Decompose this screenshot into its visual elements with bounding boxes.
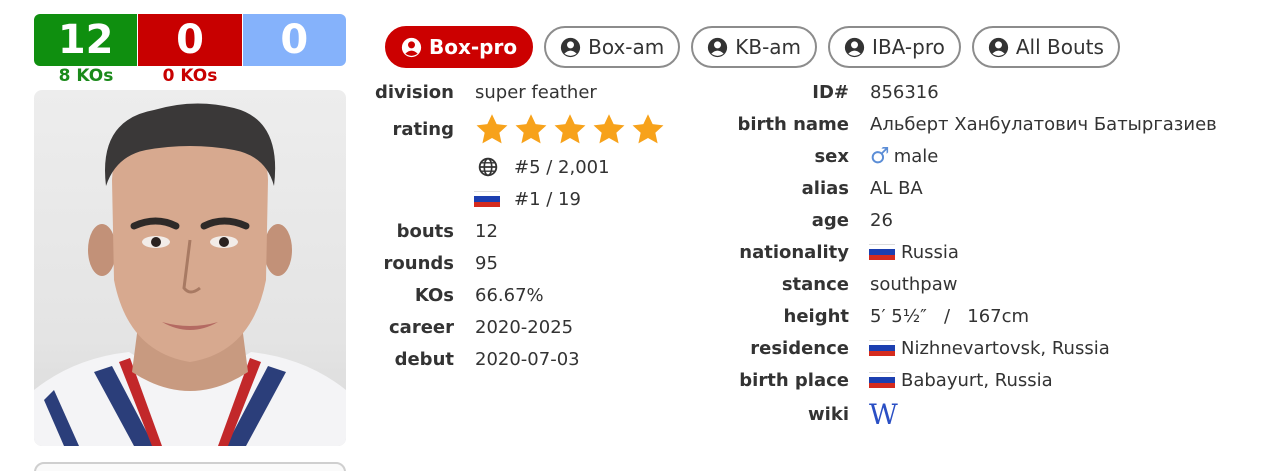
tab-label: KB-am bbox=[735, 35, 802, 59]
alias-value: AL BA bbox=[870, 177, 923, 199]
tab-label: Box-pro bbox=[429, 35, 518, 59]
birth-place-label: birth place bbox=[739, 369, 849, 391]
draws-count: 0 bbox=[241, 14, 346, 66]
tab-box-pro[interactable]: Box-pro bbox=[385, 26, 534, 68]
user-circle-icon bbox=[560, 37, 581, 57]
alias-label: alias bbox=[801, 177, 849, 199]
tab-box-am[interactable]: Box-am bbox=[544, 26, 681, 68]
sex-value: ♂ male bbox=[870, 144, 938, 169]
russia-flag-icon bbox=[869, 372, 895, 388]
residence-label: residence bbox=[750, 337, 849, 359]
height-value: 5′ 5½″ / 167cm bbox=[870, 305, 1030, 327]
sex-label: sex bbox=[814, 145, 849, 167]
user-circle-icon bbox=[988, 37, 1008, 57]
stance-label: stance bbox=[781, 273, 849, 295]
residence-text: Nizhnevartovsk, Russia bbox=[901, 337, 1110, 359]
birth-name-value: Альберт Ханбулатович Батыргазиев bbox=[870, 113, 1217, 135]
birth-place-text: Babayurt, Russia bbox=[901, 369, 1053, 391]
losses-count: 0 bbox=[137, 14, 242, 66]
tab-label: All Bouts bbox=[1015, 35, 1104, 59]
id-label: ID# bbox=[812, 81, 849, 103]
tab-label: Box-am bbox=[588, 35, 665, 59]
user-circle-icon bbox=[401, 37, 422, 57]
user-circle-icon bbox=[844, 37, 865, 57]
nationality-value[interactable]: Russia bbox=[869, 242, 959, 263]
nationality-label: nationality bbox=[739, 241, 849, 263]
bout-type-tabs: Box-pro Box-am KB-am IBA-pro All Bouts bbox=[385, 26, 1120, 68]
user-circle-icon bbox=[708, 37, 728, 57]
age-label: age bbox=[811, 209, 849, 231]
wins-count: 12 bbox=[34, 14, 138, 66]
tab-all-bouts[interactable]: All Bouts bbox=[971, 26, 1120, 68]
male-icon: ♂ bbox=[870, 143, 890, 169]
tab-kb-am[interactable]: KB-am bbox=[691, 26, 818, 68]
tab-iba-pro[interactable]: IBA-pro bbox=[828, 26, 961, 68]
wiki-label: wiki bbox=[808, 403, 849, 425]
height-label: height bbox=[783, 305, 850, 327]
sex-text: male bbox=[893, 145, 939, 167]
russia-flag-icon bbox=[869, 340, 895, 356]
birth-name-label: birth name bbox=[737, 113, 849, 135]
photo-caption-box bbox=[34, 462, 346, 471]
stance-value: southpaw bbox=[870, 273, 958, 295]
id-value: 856316 bbox=[870, 81, 939, 103]
wikipedia-icon[interactable]: W bbox=[869, 398, 898, 431]
nationality-text: Russia bbox=[901, 241, 959, 263]
age-value: 26 bbox=[870, 209, 893, 231]
birth-place-value[interactable]: Babayurt, Russia bbox=[869, 370, 1053, 391]
record-bar: 12 0 0 bbox=[34, 14, 346, 66]
russia-flag-icon bbox=[869, 244, 895, 260]
tab-label: IBA-pro bbox=[872, 35, 945, 59]
residence-value[interactable]: Nizhnevartovsk, Russia bbox=[869, 338, 1110, 359]
